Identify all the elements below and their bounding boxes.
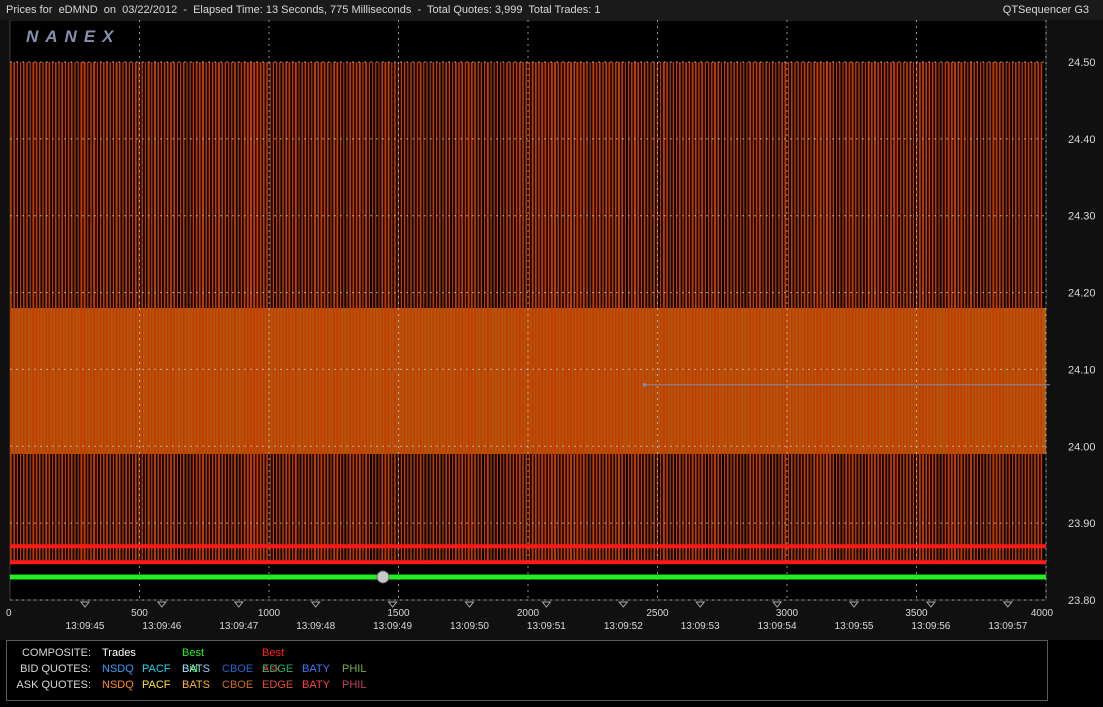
legend: COMPOSITE: Trades Best Bid Best Ask BID QUOT… xyxy=(6,640,1048,701)
legend-item: PHIL xyxy=(342,679,367,691)
time-tick-label: 13:09:52 xyxy=(604,621,643,632)
time-tick-label: 13:09:45 xyxy=(66,621,105,632)
time-tick-label: 13:09:57 xyxy=(988,621,1027,632)
y-tick-label: 23.80 xyxy=(1068,595,1096,607)
time-tick-label: 13:09:51 xyxy=(527,621,566,632)
x-tick-label: 500 xyxy=(131,608,148,619)
time-tick-label: 13:09:55 xyxy=(835,621,874,632)
legend-item: NSDQ xyxy=(102,679,134,691)
y-tick-label: 24.50 xyxy=(1068,57,1096,69)
y-tick-label: 24.00 xyxy=(1068,441,1096,453)
legend-item: BATY xyxy=(302,679,330,691)
time-tick-label: 13:09:54 xyxy=(758,621,797,632)
x-tick-label: 3000 xyxy=(776,608,799,619)
time-tick-label: 13:09:49 xyxy=(373,621,412,632)
y-tick-label: 23.90 xyxy=(1068,518,1096,530)
x-tick-label: 1000 xyxy=(258,608,281,619)
x-tick-label: 0 xyxy=(6,608,12,619)
time-tick-label: 13:09:48 xyxy=(296,621,335,632)
y-tick-label: 24.10 xyxy=(1068,364,1096,376)
time-tick-label: 13:09:46 xyxy=(142,621,181,632)
legend-item: BATY xyxy=(302,663,330,675)
legend-item: BATS xyxy=(182,663,210,675)
y-tick-label: 24.40 xyxy=(1068,134,1096,146)
legend-item: EDGE xyxy=(262,679,294,691)
x-tick-label: 4000 xyxy=(1031,608,1054,619)
annotation-point xyxy=(642,383,647,387)
y-tick-label: 24.20 xyxy=(1068,288,1096,300)
legend-item: CBOE xyxy=(222,679,254,691)
time-tick-label: 13:09:56 xyxy=(911,621,950,632)
x-tick-label: 2000 xyxy=(517,608,540,619)
x-tick-label: 2500 xyxy=(646,608,669,619)
y-tick-label: 24.30 xyxy=(1068,211,1096,223)
title-bar: Prices for eDMND on 03/22/2012 - Elapsed… xyxy=(0,0,1103,20)
trade-marker xyxy=(376,570,390,584)
legend-item: CBOE xyxy=(222,663,254,675)
chart-title: Prices for eDMND on 03/22/2012 - Elapsed… xyxy=(6,4,601,16)
price-chart: 24.50 24.40 24.30 24.20 24.10 24.00 23.90 23.80… xyxy=(0,20,1103,640)
legend-row-label: BID QUOTES: xyxy=(20,663,91,675)
legend-item: PACF xyxy=(142,663,171,675)
legend-item: Trades xyxy=(102,647,136,659)
legend-item: PHIL xyxy=(342,663,367,675)
time-tick-label: 13:09:50 xyxy=(450,621,489,632)
legend-row-label: ASK QUOTES: xyxy=(16,679,91,691)
time-tick-label: 13:09:53 xyxy=(681,621,720,632)
legend-item: PACF xyxy=(142,679,171,691)
x-tick-label: 3500 xyxy=(905,608,928,619)
x-tick-label: 1500 xyxy=(387,608,410,619)
legend-item: NSDQ xyxy=(102,663,134,675)
legend-item: EDGE xyxy=(262,663,294,675)
time-tick-label: 13:09:47 xyxy=(219,621,258,632)
legend-row-label: COMPOSITE: xyxy=(21,647,91,659)
app-name: QTSequencer G3 xyxy=(1002,4,1089,16)
nanex-logo: NANEX xyxy=(26,27,121,46)
legend-item: BATS xyxy=(182,679,210,691)
